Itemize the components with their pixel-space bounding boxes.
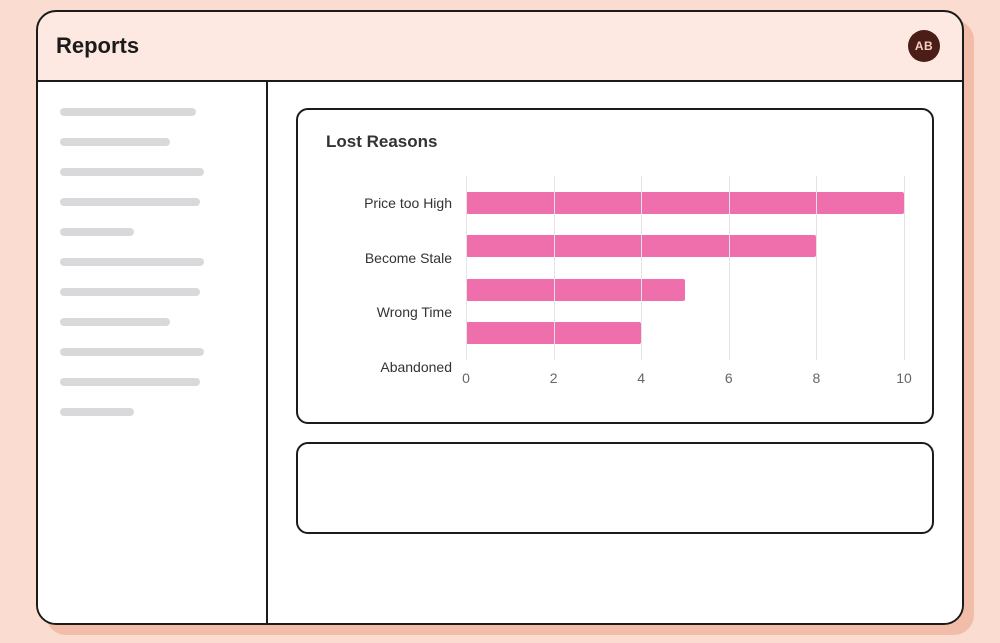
chart-bar <box>466 192 904 214</box>
chart-x-tick: 4 <box>637 370 645 386</box>
sidebar-skeleton-line <box>60 198 200 206</box>
chart-x-axis: 0246810 <box>466 370 904 394</box>
sidebar-skeleton-line <box>60 168 204 176</box>
window-body: Lost Reasons Price too High Become Stale W… <box>38 82 962 623</box>
sidebar <box>38 82 268 623</box>
chart-category-label: Price too High <box>326 184 466 222</box>
chart-y-labels: Price too High Become Stale Wrong Time Aban… <box>326 176 466 394</box>
sidebar-skeleton-line <box>60 288 200 296</box>
avatar[interactable]: AB <box>908 30 940 62</box>
page-title: Reports <box>56 33 139 59</box>
chart-x-tick: 2 <box>550 370 558 386</box>
chart-x-tick: 6 <box>725 370 733 386</box>
sidebar-skeleton-line <box>60 258 204 266</box>
sidebar-skeleton-line <box>60 108 196 116</box>
chart-bar <box>466 322 641 344</box>
app-window: Reports AB Lost Reasons Price too High Be… <box>36 10 964 625</box>
chart-bar-row <box>466 271 904 309</box>
chart-area: Price too High Become Stale Wrong Time Aban… <box>326 176 904 394</box>
sidebar-skeleton-line <box>60 138 170 146</box>
sidebar-skeleton-line <box>60 378 200 386</box>
chart-bar <box>466 235 816 257</box>
chart-category-label: Become Stale <box>326 239 466 277</box>
chart-bar-row <box>466 314 904 352</box>
chart-bar-row <box>466 227 904 265</box>
chart-category-label: Abandoned <box>326 348 466 386</box>
chart-x-tick: 8 <box>812 370 820 386</box>
chart-category-label: Wrong Time <box>326 293 466 331</box>
titlebar: Reports AB <box>38 12 962 82</box>
empty-card <box>296 442 934 534</box>
main-content: Lost Reasons Price too High Become Stale W… <box>268 82 962 623</box>
chart-bars-container <box>466 176 904 360</box>
chart-x-tick: 0 <box>462 370 470 386</box>
chart-title: Lost Reasons <box>326 132 904 152</box>
sidebar-skeleton-line <box>60 318 170 326</box>
chart-card: Lost Reasons Price too High Become Stale W… <box>296 108 934 424</box>
chart-plot: 0246810 <box>466 176 904 394</box>
sidebar-skeleton-line <box>60 228 134 236</box>
chart-bar <box>466 279 685 301</box>
chart-x-tick: 10 <box>896 370 912 386</box>
sidebar-skeleton-line <box>60 348 204 356</box>
sidebar-skeleton-line <box>60 408 134 416</box>
gridline <box>904 176 905 360</box>
chart-bar-row <box>466 184 904 222</box>
